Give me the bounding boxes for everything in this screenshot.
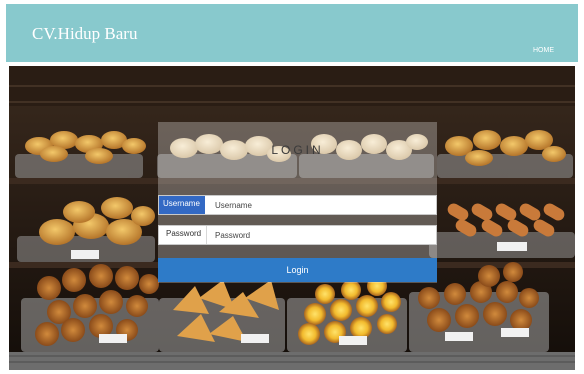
password-label: Password	[159, 226, 207, 244]
login-button[interactable]: Login	[158, 258, 437, 282]
username-row: Username	[158, 195, 437, 215]
top-header: CV.Hidup Baru HOME	[6, 4, 578, 62]
login-panel: LOGIN Username Password Login	[158, 122, 437, 283]
password-row: Password	[158, 225, 437, 245]
username-input[interactable]	[209, 197, 435, 213]
brand-title: CV.Hidup Baru	[32, 24, 138, 43]
login-title: LOGIN	[271, 143, 324, 157]
username-label: Username	[159, 196, 205, 214]
nav-home-link[interactable]: HOME	[533, 47, 554, 54]
password-input[interactable]	[209, 227, 435, 243]
